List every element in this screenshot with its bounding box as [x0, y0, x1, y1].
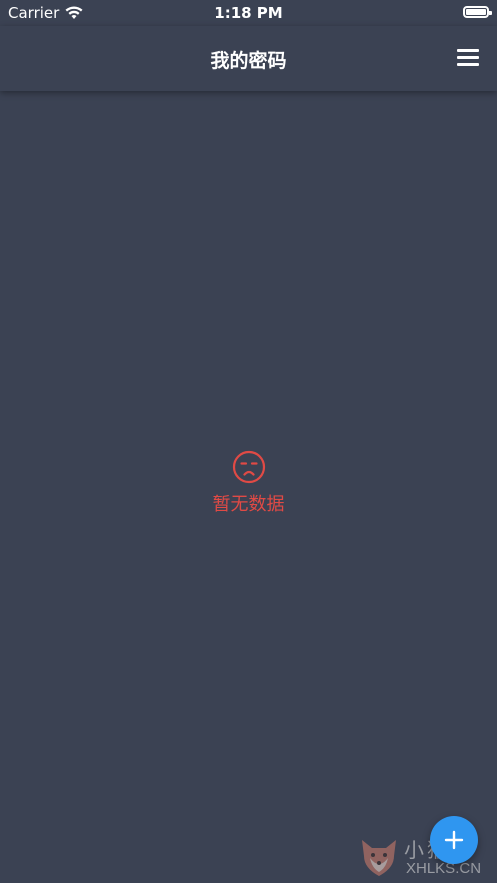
battery-icon	[463, 6, 492, 18]
watermark-en-text: XHLKS.CN	[406, 860, 482, 877]
plus-icon	[444, 830, 464, 850]
status-time: 1:18 PM	[214, 4, 283, 22]
fox-logo-icon	[362, 840, 396, 876]
empty-state-text: 暂无数据	[212, 494, 285, 515]
nav-bar: 我的密码	[0, 26, 497, 91]
menu-button[interactable]	[457, 48, 479, 66]
status-bar: Carrier 1:18 PM	[0, 0, 497, 26]
menu-icon-line-bottom	[457, 63, 479, 66]
sad-face-icon	[232, 450, 265, 484]
screen: Carrier 1:18 PM 我的密码 暂无数据 XHLKS.CN	[0, 0, 497, 883]
page-title: 我的密码	[210, 50, 287, 72]
add-button[interactable]	[430, 816, 478, 864]
menu-icon-line-middle	[457, 56, 479, 59]
menu-icon-line-top	[457, 49, 479, 52]
empty-state: 暂无数据	[0, 450, 497, 516]
